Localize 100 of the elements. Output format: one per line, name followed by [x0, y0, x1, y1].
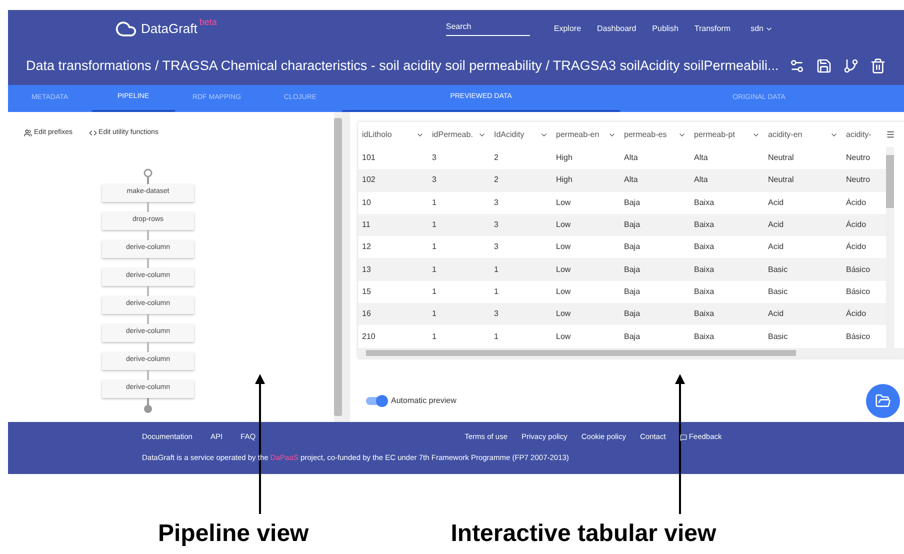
table-cell-text: Ácido: [845, 308, 868, 320]
table-cell-text: Neutro: [845, 174, 872, 186]
save-icon[interactable]: [816, 58, 832, 74]
breadcrumb-title: Data transformations / TRAGSA Chemical characteristics - soil acidity soil permeability / TRAGSA3 soilAcidity soilPermeabili...: [26, 56, 779, 75]
table-cell-text: Baixa: [693, 241, 716, 254]
pipeline-end-icon: [143, 398, 153, 414]
folder-icon: [875, 392, 891, 409]
table-cell-text: Baja: [623, 196, 642, 209]
table-cell-text: Baixa: [693, 264, 716, 276]
table-cell-text: 3: [493, 196, 500, 209]
table-cell-text: 3: [431, 174, 438, 186]
column-header[interactable]: permeab-pt: [690, 128, 764, 140]
horizontal-scrollbar[interactable]: [358, 348, 904, 358]
table-cell-text: Baja: [623, 308, 642, 320]
table-cell-text: Ácido: [845, 196, 868, 209]
table-cell-text: Acid: [767, 241, 785, 254]
table-cell-text: 3: [431, 152, 438, 164]
toggle-switch[interactable]: [366, 396, 386, 405]
table-cell-text: 1: [493, 286, 500, 298]
table-cell-text: Acid: [767, 219, 785, 232]
table-cell-text: Alta: [623, 152, 639, 164]
table-cell-text: Low: [555, 241, 572, 254]
table-cell-text: 1: [431, 196, 438, 209]
table-cell-text: Basic: [767, 286, 789, 298]
user-menu[interactable]: sdn: [750, 22, 774, 34]
search-field[interactable]: Search: [446, 21, 530, 36]
table-cell-text: Baixa: [693, 286, 716, 298]
column-header[interactable]: IdAcidity: [490, 128, 552, 140]
column-header[interactable]: idPermeab.: [428, 128, 490, 140]
column-header[interactable]: acidity-: [842, 128, 886, 140]
table-cell-text: Básico: [845, 264, 872, 276]
table-cell-text: High: [555, 174, 574, 186]
table-cell-text: 1: [431, 264, 438, 276]
table-cell-text: Neutral: [767, 152, 795, 164]
table-cell-text: 102: [361, 174, 376, 186]
table-cell-text: 101: [361, 152, 376, 164]
table-cell-text: Basic: [767, 264, 789, 276]
table-cell-text: 16: [361, 308, 372, 320]
branch-icon[interactable]: [843, 58, 859, 74]
table-cell-text: 3: [493, 219, 500, 232]
table-cell-text: 3: [493, 308, 500, 320]
table-cell-text: Basic: [767, 330, 789, 343]
table-cell-text: Low: [555, 286, 572, 298]
table-cell-text: 13: [361, 264, 372, 276]
nav-link[interactable]: Dashboard: [597, 22, 636, 34]
table-cell-text: Low: [555, 330, 572, 343]
table-cell-text: 11: [361, 219, 372, 232]
table-cell-text: 3: [493, 241, 500, 254]
table-cell-text: 1: [431, 330, 438, 343]
open-folder-button[interactable]: [866, 384, 900, 418]
table-cell-text: Baixa: [693, 196, 716, 209]
beta-label: beta: [199, 16, 217, 29]
table-cell-text: 2: [493, 174, 500, 186]
table-cell-text: Baixa: [693, 330, 716, 343]
column-header[interactable]: idLitholo: [358, 128, 428, 140]
table-cell-text: Low: [555, 196, 572, 209]
feedback-icon: [680, 434, 687, 440]
table-cell-text: 210: [361, 330, 376, 343]
nav-link[interactable]: Explore: [554, 22, 582, 34]
table-cell-text: Acid: [767, 196, 785, 209]
column-header[interactable]: permeab-en: [552, 128, 620, 140]
menu-icon[interactable]: [886, 130, 895, 139]
table-cell-text: 12: [361, 241, 372, 254]
table-cell-text: Baixa: [693, 308, 716, 320]
table-cell-text: Ácido: [845, 219, 868, 232]
table-cell-text: Neutral: [767, 174, 795, 186]
nav-link[interactable]: Transform: [694, 22, 731, 34]
group-icon: [24, 129, 32, 138]
table-cell-text: Baja: [623, 264, 642, 276]
table-cell-text: 2: [493, 152, 500, 164]
table-cell-text: Low: [555, 219, 572, 232]
table-cell-text: Low: [555, 264, 572, 276]
table-cell-text: Baja: [623, 219, 642, 232]
column-header[interactable]: permeab-es: [620, 128, 690, 140]
table-cell-text: Neutro: [845, 152, 872, 164]
table-cell-text: 1: [493, 264, 500, 276]
table-cell-text: 1: [431, 241, 438, 254]
table-cell-text: Baja: [623, 330, 642, 343]
table-cell-text: High: [555, 152, 574, 164]
column-header[interactable]: acidity-en: [764, 128, 842, 140]
annotation-label: Pipeline view: [158, 519, 309, 549]
table-cell-text: 1: [431, 286, 438, 298]
nav-link[interactable]: Publish: [652, 22, 678, 34]
table-cell-text: 15: [361, 286, 372, 298]
table-cell-text: Baixa: [693, 219, 716, 232]
table-cell-text: Básico: [845, 286, 872, 298]
vertical-scrollbar[interactable]: [886, 147, 894, 348]
table-cell-text: 1: [431, 308, 438, 320]
pipeline-start-icon: [143, 168, 153, 184]
trash-icon[interactable]: [870, 58, 886, 74]
annotation-label: Interactive tabular view: [450, 519, 716, 549]
table-cell-text: 1: [431, 219, 438, 232]
table-cell-text: Baja: [623, 286, 642, 298]
table-cell-text: Low: [555, 308, 572, 320]
table-cell-text: Básico: [845, 330, 872, 343]
toggle-label: Automatic preview: [391, 394, 456, 407]
table-cell-text: Baja: [623, 241, 642, 254]
table-cell-text: 10: [361, 196, 372, 209]
settings-icon[interactable]: [789, 58, 805, 74]
scrollbar[interactable]: [334, 112, 342, 422]
